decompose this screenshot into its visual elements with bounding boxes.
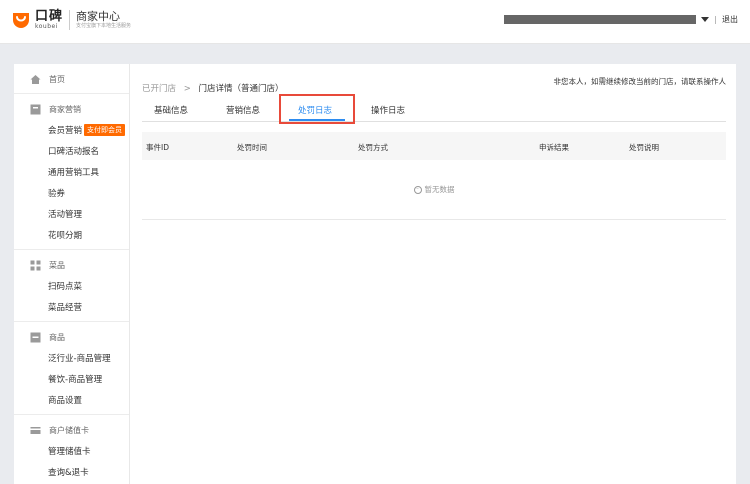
- sidebar-item-koubei-activity[interactable]: 口碑活动报名: [14, 140, 129, 161]
- grid-icon: [30, 260, 41, 271]
- nav-group-dishes: 菜品 扫码点菜 菜品经营: [14, 250, 129, 322]
- col-event-id: 事件ID: [146, 143, 169, 152]
- sidebar-item-huabei[interactable]: 花呗分期: [14, 224, 129, 245]
- sidebar-group-stored-card: 商户储值卡: [14, 420, 129, 440]
- tab-bar: 基础信息 营销信息 处罚日志 操作日志: [142, 94, 726, 124]
- account-area: | 退出: [504, 14, 738, 25]
- empty-info-icon: –: [413, 185, 422, 194]
- sidebar-item-general-goods[interactable]: 泛行业-商品管理: [14, 347, 129, 368]
- breadcrumb: 已开门店 > 门店详情（普通门店）: [142, 82, 284, 94]
- tab-operation-log[interactable]: 操作日志: [371, 104, 405, 116]
- sidebar-item-general-tools[interactable]: 通用营销工具: [14, 161, 129, 182]
- logout-link[interactable]: 退出: [722, 14, 738, 25]
- sidebar-group-dishes: 菜品: [14, 255, 129, 275]
- notice-text: 非您本人，如需继续修改当前的门店，请联系操作人: [553, 77, 727, 86]
- marketing-icon: [30, 104, 41, 115]
- card-icon: [30, 425, 41, 436]
- breadcrumb-parent[interactable]: 已开门店: [142, 84, 176, 94]
- home-icon: [30, 74, 41, 85]
- breadcrumb-separator: >: [183, 84, 191, 94]
- sidebar-item-query-refund-card[interactable]: 查询&退卡: [14, 461, 129, 482]
- table-header: 事件ID 处罚时间 处罚方式 申诉结果 处罚说明: [142, 132, 726, 160]
- empty-state: – 暂无数据: [142, 160, 726, 220]
- pay-member-badge: 支付即会员: [84, 123, 126, 136]
- tab-basic-info[interactable]: 基础信息: [154, 104, 188, 116]
- sidebar-group-marketing: 商家营销: [14, 99, 129, 119]
- nav-group-goods: 商品 泛行业-商品管理 餐饮-商品管理 商品设置: [14, 322, 129, 415]
- breadcrumb-current: 门店详情（普通门店）: [198, 84, 284, 94]
- sidebar-item-catering-goods[interactable]: 餐饮-商品管理: [14, 368, 129, 389]
- tab-marketing-info[interactable]: 营销信息: [226, 104, 260, 116]
- koubei-logo-icon: [10, 9, 32, 31]
- col-appeal-result: 申诉结果: [539, 143, 569, 152]
- top-bar: 口碑 koubei 商家中心 支付宝旗下本地生活服务 | 退出: [0, 0, 750, 44]
- center-subtitle: 支付宝旗下本地生活服务: [76, 23, 132, 29]
- center-title: 商家中心: [76, 10, 121, 23]
- chevron-down-icon[interactable]: [701, 17, 710, 22]
- sidebar-item-member-marketing[interactable]: 会员营销 支付即会员: [14, 119, 129, 140]
- sidebar-item-scan-order[interactable]: 扫码点菜: [14, 275, 129, 296]
- col-penalty-note: 处罚说明: [629, 143, 659, 152]
- highlight-box: [279, 94, 355, 124]
- sidebar-item-dish-operation[interactable]: 菜品经营: [14, 296, 129, 317]
- nav-group-marketing: 商家营销 会员营销 支付即会员 口碑活动报名 通用营销工具 验券 活动管理 花呗…: [14, 94, 129, 250]
- sidebar-item-goods-settings[interactable]: 商品设置: [14, 389, 129, 410]
- sidebar-group-goods: 商品: [14, 327, 129, 347]
- account-name-redacted[interactable]: [504, 15, 697, 24]
- logo-en: koubei: [35, 23, 58, 30]
- sidebar-item-verify-coupon[interactable]: 验券: [14, 182, 129, 203]
- penalty-table: 事件ID 处罚时间 处罚方式 申诉结果 处罚说明 – 暂无数据: [142, 132, 726, 220]
- empty-text: 暂无数据: [424, 185, 455, 194]
- logo-divider: [69, 10, 71, 30]
- sidebar-item-home[interactable]: 首页: [14, 69, 129, 89]
- main-panel: 首页 商家营销 会员营销 支付即会员 口碑活动报名 通用营销工具 验券 活动管理…: [14, 64, 736, 484]
- sidebar: 首页 商家营销 会员营销 支付即会员 口碑活动报名 通用营销工具 验券 活动管理…: [14, 64, 130, 484]
- brand-logo[interactable]: 口碑 koubei 商家中心 支付宝旗下本地生活服务: [10, 9, 131, 31]
- nav-group-home: 首页: [14, 64, 129, 94]
- nav-group-stored-card: 商户储值卡 管理储值卡 查询&退卡: [14, 415, 129, 484]
- sidebar-item-manage-card[interactable]: 管理储值卡: [14, 440, 129, 461]
- col-penalty-time: 处罚时间: [237, 143, 267, 152]
- col-penalty-method: 处罚方式: [358, 143, 388, 152]
- sidebar-item-activity-manage[interactable]: 活动管理: [14, 203, 129, 224]
- goods-icon: [30, 332, 41, 343]
- logo-cn: 口碑: [35, 9, 64, 24]
- separator: |: [714, 15, 717, 24]
